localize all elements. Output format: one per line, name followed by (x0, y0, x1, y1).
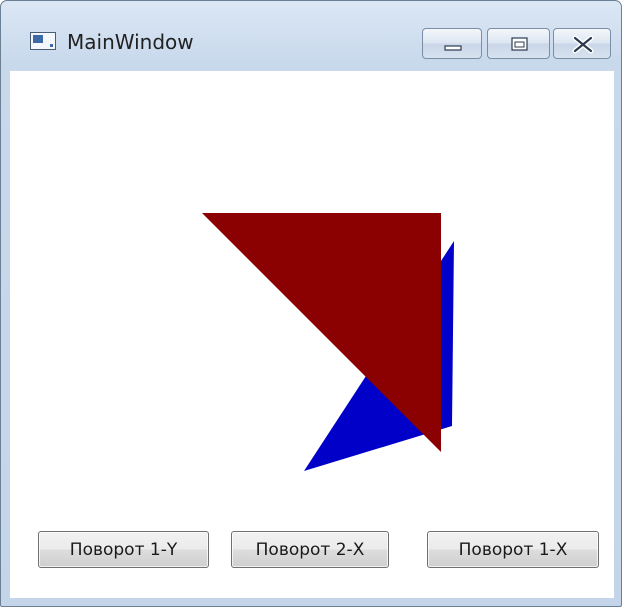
red-triangle (202, 213, 441, 452)
rotate-1x-button[interactable]: Поворот 1-X (427, 531, 599, 568)
maximize-icon (511, 37, 528, 51)
viewport-3d (202, 213, 454, 471)
main-window: MainWindow Поворот 1-Y Поворот 2-X Повор… (0, 0, 622, 607)
rotate-1y-button[interactable]: Поворот 1-Y (38, 531, 209, 568)
minimize-icon (444, 45, 462, 51)
close-icon (572, 35, 594, 54)
minimize-button[interactable] (422, 28, 482, 59)
close-button[interactable] (553, 28, 611, 59)
window-title: MainWindow (67, 30, 194, 54)
client-area: Поворот 1-Y Поворот 2-X Поворот 1-X (10, 71, 614, 598)
maximize-button[interactable] (487, 28, 550, 59)
title-bar[interactable]: MainWindow (1, 1, 621, 71)
app-icon (30, 32, 56, 50)
rotate-2x-button[interactable]: Поворот 2-X (231, 531, 389, 568)
